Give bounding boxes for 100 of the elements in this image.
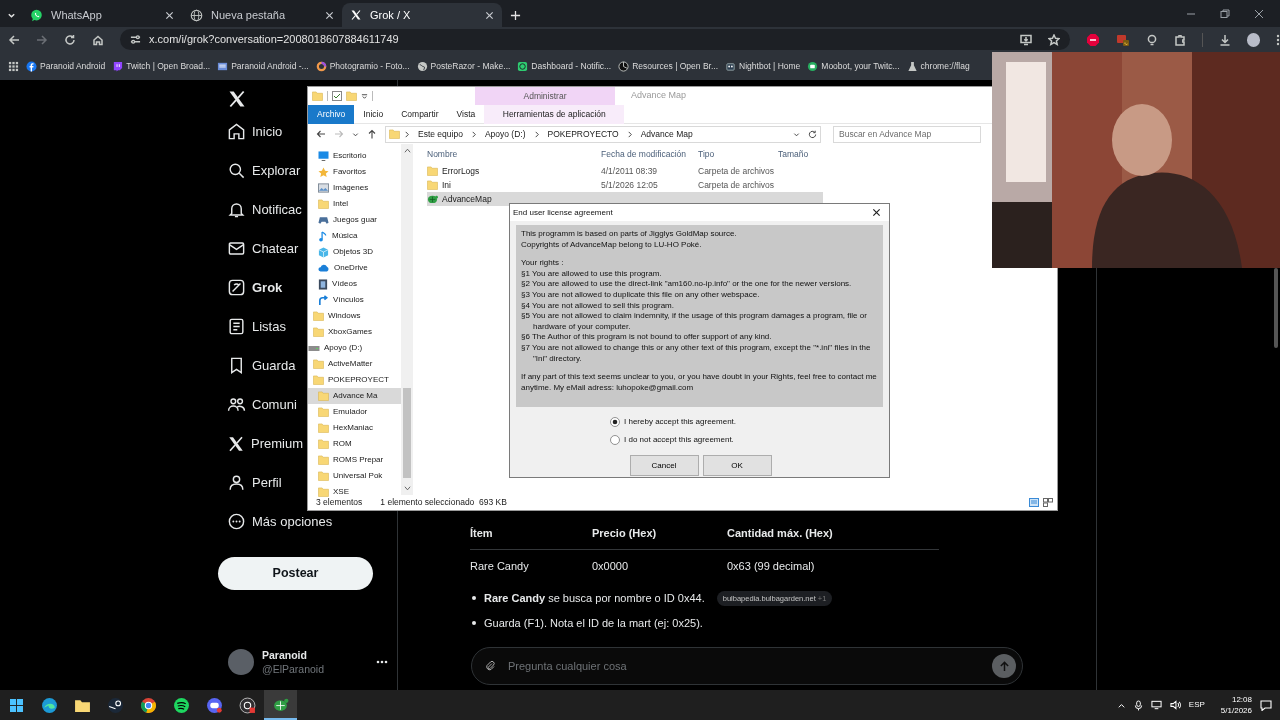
stop-sign-icon[interactable] — [1085, 32, 1100, 47]
nav-tree-item[interactable]: Juegos guar — [308, 212, 401, 228]
bookmark-link[interactable]: Photogramio - Foto... — [329, 59, 410, 73]
bookmark-link[interactable]: Nightbot | Home — [739, 59, 801, 73]
nav-tree-item[interactable]: Advance Ma — [308, 388, 401, 404]
nav-tree-item[interactable]: Imágenes — [308, 180, 401, 196]
search-field[interactable]: Buscar en Advance Map — [833, 125, 981, 143]
sidebar-nav-item[interactable]: Listas — [218, 307, 286, 346]
clock[interactable]: 12:08 5/1/2026 — [1220, 694, 1252, 716]
nav-tree-item[interactable]: Escritorio — [308, 148, 401, 164]
download-icon[interactable] — [1218, 33, 1231, 46]
nav-tree-item[interactable]: Vídeos — [308, 276, 401, 292]
nav-tree-item[interactable]: Emulador — [308, 404, 401, 420]
language-indicator[interactable]: ESP — [1188, 699, 1205, 711]
radio-button[interactable] — [610, 435, 620, 445]
ribbon-tab[interactable]: Compartir — [392, 104, 448, 124]
nav-tree-item[interactable]: ROMS Prepar — [308, 452, 401, 468]
bookmark-link[interactable]: Dashboard - Notific... — [531, 59, 612, 73]
prompt-input[interactable]: Pregunta cualquier cosa — [506, 656, 982, 676]
up-arrow-icon[interactable] — [367, 129, 377, 139]
puzzle-icon[interactable] — [1173, 33, 1186, 46]
close-icon[interactable] — [872, 208, 881, 217]
microphone-icon[interactable] — [1133, 699, 1143, 711]
prompt-box[interactable]: Pregunta cualquier cosa — [471, 647, 1023, 685]
column-header[interactable]: Tamaño — [778, 147, 826, 161]
sidebar-nav-item[interactable]: Chatear — [218, 229, 299, 268]
sidebar-nav-item[interactable]: Inicio — [218, 112, 283, 151]
nav-tree-item[interactable]: Universal Pok — [308, 468, 401, 484]
breadcrumb-link[interactable]: POKEPROYECTO — [543, 127, 623, 141]
file-row[interactable]: Ini 5/1/2026 12:05 Carpeta de archivos — [427, 178, 823, 192]
tiles-view-icon[interactable] — [1043, 498, 1053, 507]
forward-icon[interactable] — [36, 33, 48, 46]
user-avatar[interactable] — [228, 649, 254, 675]
ribbon-tab[interactable]: Inicio — [354, 104, 393, 124]
ribbon-tab[interactable]: Archivo — [308, 104, 355, 124]
nav-tree-item[interactable]: Vínculos — [308, 292, 401, 308]
bookmark-link[interactable]: Moobot, your Twitc... — [821, 59, 900, 73]
bookmark-link[interactable]: Resources | Open Br... — [632, 59, 719, 73]
address-field[interactable]: Este equipo Apoyo (D:) POKEPROYECTO Advance Map — [385, 125, 821, 143]
profile-avatar[interactable] — [1246, 32, 1260, 47]
nav-tree-item[interactable]: ActiveMatter — [308, 356, 401, 372]
sidebar-nav-item[interactable]: Guarda — [218, 346, 296, 385]
sidebar-nav-item[interactable]: Explorar — [218, 151, 301, 190]
breadcrumb-link[interactable]: Apoyo (D:) — [480, 127, 530, 141]
sidebar-nav-item[interactable]: Grok — [218, 268, 283, 307]
sidebar-nav-item[interactable]: Comuni — [218, 385, 297, 424]
bookmark-link[interactable]: Paranoid Android -... — [231, 59, 309, 73]
site-info-icon[interactable] — [130, 34, 141, 45]
extension-icon[interactable] — [1115, 32, 1130, 47]
menu-icon[interactable] — [1276, 33, 1280, 46]
paperclip-icon[interactable] — [484, 660, 496, 672]
nav-tree-item[interactable]: ROM — [308, 436, 401, 452]
bookmark-star-icon[interactable] — [1047, 33, 1060, 46]
send-button[interactable] — [992, 654, 1016, 678]
reload-icon[interactable] — [64, 33, 76, 46]
sidebar-nav-item[interactable]: Perfil — [218, 463, 282, 502]
back-icon[interactable] — [316, 129, 326, 139]
browser-tab[interactable]: Grok / X — [342, 3, 502, 27]
nav-tree-item[interactable]: POKEPROYECT — [308, 372, 401, 388]
nav-tree-item[interactable]: Favoritos — [308, 164, 401, 180]
new-tab-icon[interactable] — [510, 9, 521, 21]
ribbon-tab[interactable]: Vista — [447, 104, 485, 124]
bookmark-link[interactable]: Paranoid Android — [40, 59, 106, 73]
properties-check-icon[interactable] — [332, 91, 342, 101]
nav-tree-item[interactable]: OneDrive — [308, 260, 401, 276]
radio-label[interactable]: I do not accept this agreement. — [624, 434, 734, 446]
radio-button[interactable] — [610, 417, 620, 427]
nav-tree-item[interactable]: Objetos 3D — [308, 244, 401, 260]
radio-label[interactable]: I hereby accept this agreement. — [624, 416, 737, 428]
details-view-icon[interactable] — [1029, 498, 1039, 507]
close-icon[interactable] — [1254, 8, 1264, 19]
x-logo-icon[interactable] — [227, 89, 247, 109]
nav-tree-item[interactable]: Música — [308, 228, 401, 244]
bookmark-link[interactable]: Twitch | Open Broad... — [126, 59, 211, 73]
caret-down-icon[interactable] — [352, 130, 359, 138]
file-row[interactable]: ErrorLogs 4/1/2011 08:39 Carpeta de archivos — [427, 164, 823, 178]
nav-tree-item[interactable]: XboxGames — [308, 324, 401, 340]
install-icon[interactable] — [1019, 33, 1032, 46]
column-header[interactable]: Tipo — [698, 147, 778, 161]
home-icon[interactable] — [92, 33, 104, 46]
caret-down-icon[interactable] — [403, 486, 411, 491]
monitor-icon[interactable] — [1150, 700, 1162, 710]
scrollbar-thumb[interactable] — [1274, 268, 1278, 348]
nav-tree-item[interactable]: Intel — [308, 196, 401, 212]
speaker-icon[interactable] — [1169, 700, 1181, 710]
ribbon-tab[interactable]: Herramientas de aplicación — [484, 104, 625, 124]
post-button[interactable]: Postear — [218, 557, 373, 590]
lightbulb-icon[interactable] — [1145, 33, 1158, 46]
nav-tree-item[interactable]: HexManiac — [308, 420, 401, 436]
caret-up-icon[interactable] — [403, 148, 411, 153]
sidebar-nav-item[interactable]: Notificac — [218, 190, 302, 229]
refresh-icon[interactable] — [808, 129, 817, 139]
bookmark-link[interactable]: PosteRazor - Make... — [430, 59, 511, 73]
caret-down-icon[interactable] — [361, 92, 368, 100]
nav-tree-item[interactable]: Windows — [308, 308, 401, 324]
column-header[interactable]: Fecha de modificación — [601, 147, 698, 161]
browser-tab[interactable]: WhatsApp — [22, 3, 182, 27]
dialog-button[interactable]: Cancel — [629, 455, 699, 476]
scrollbar[interactable] — [401, 144, 413, 495]
caret-down-icon[interactable] — [793, 130, 800, 138]
